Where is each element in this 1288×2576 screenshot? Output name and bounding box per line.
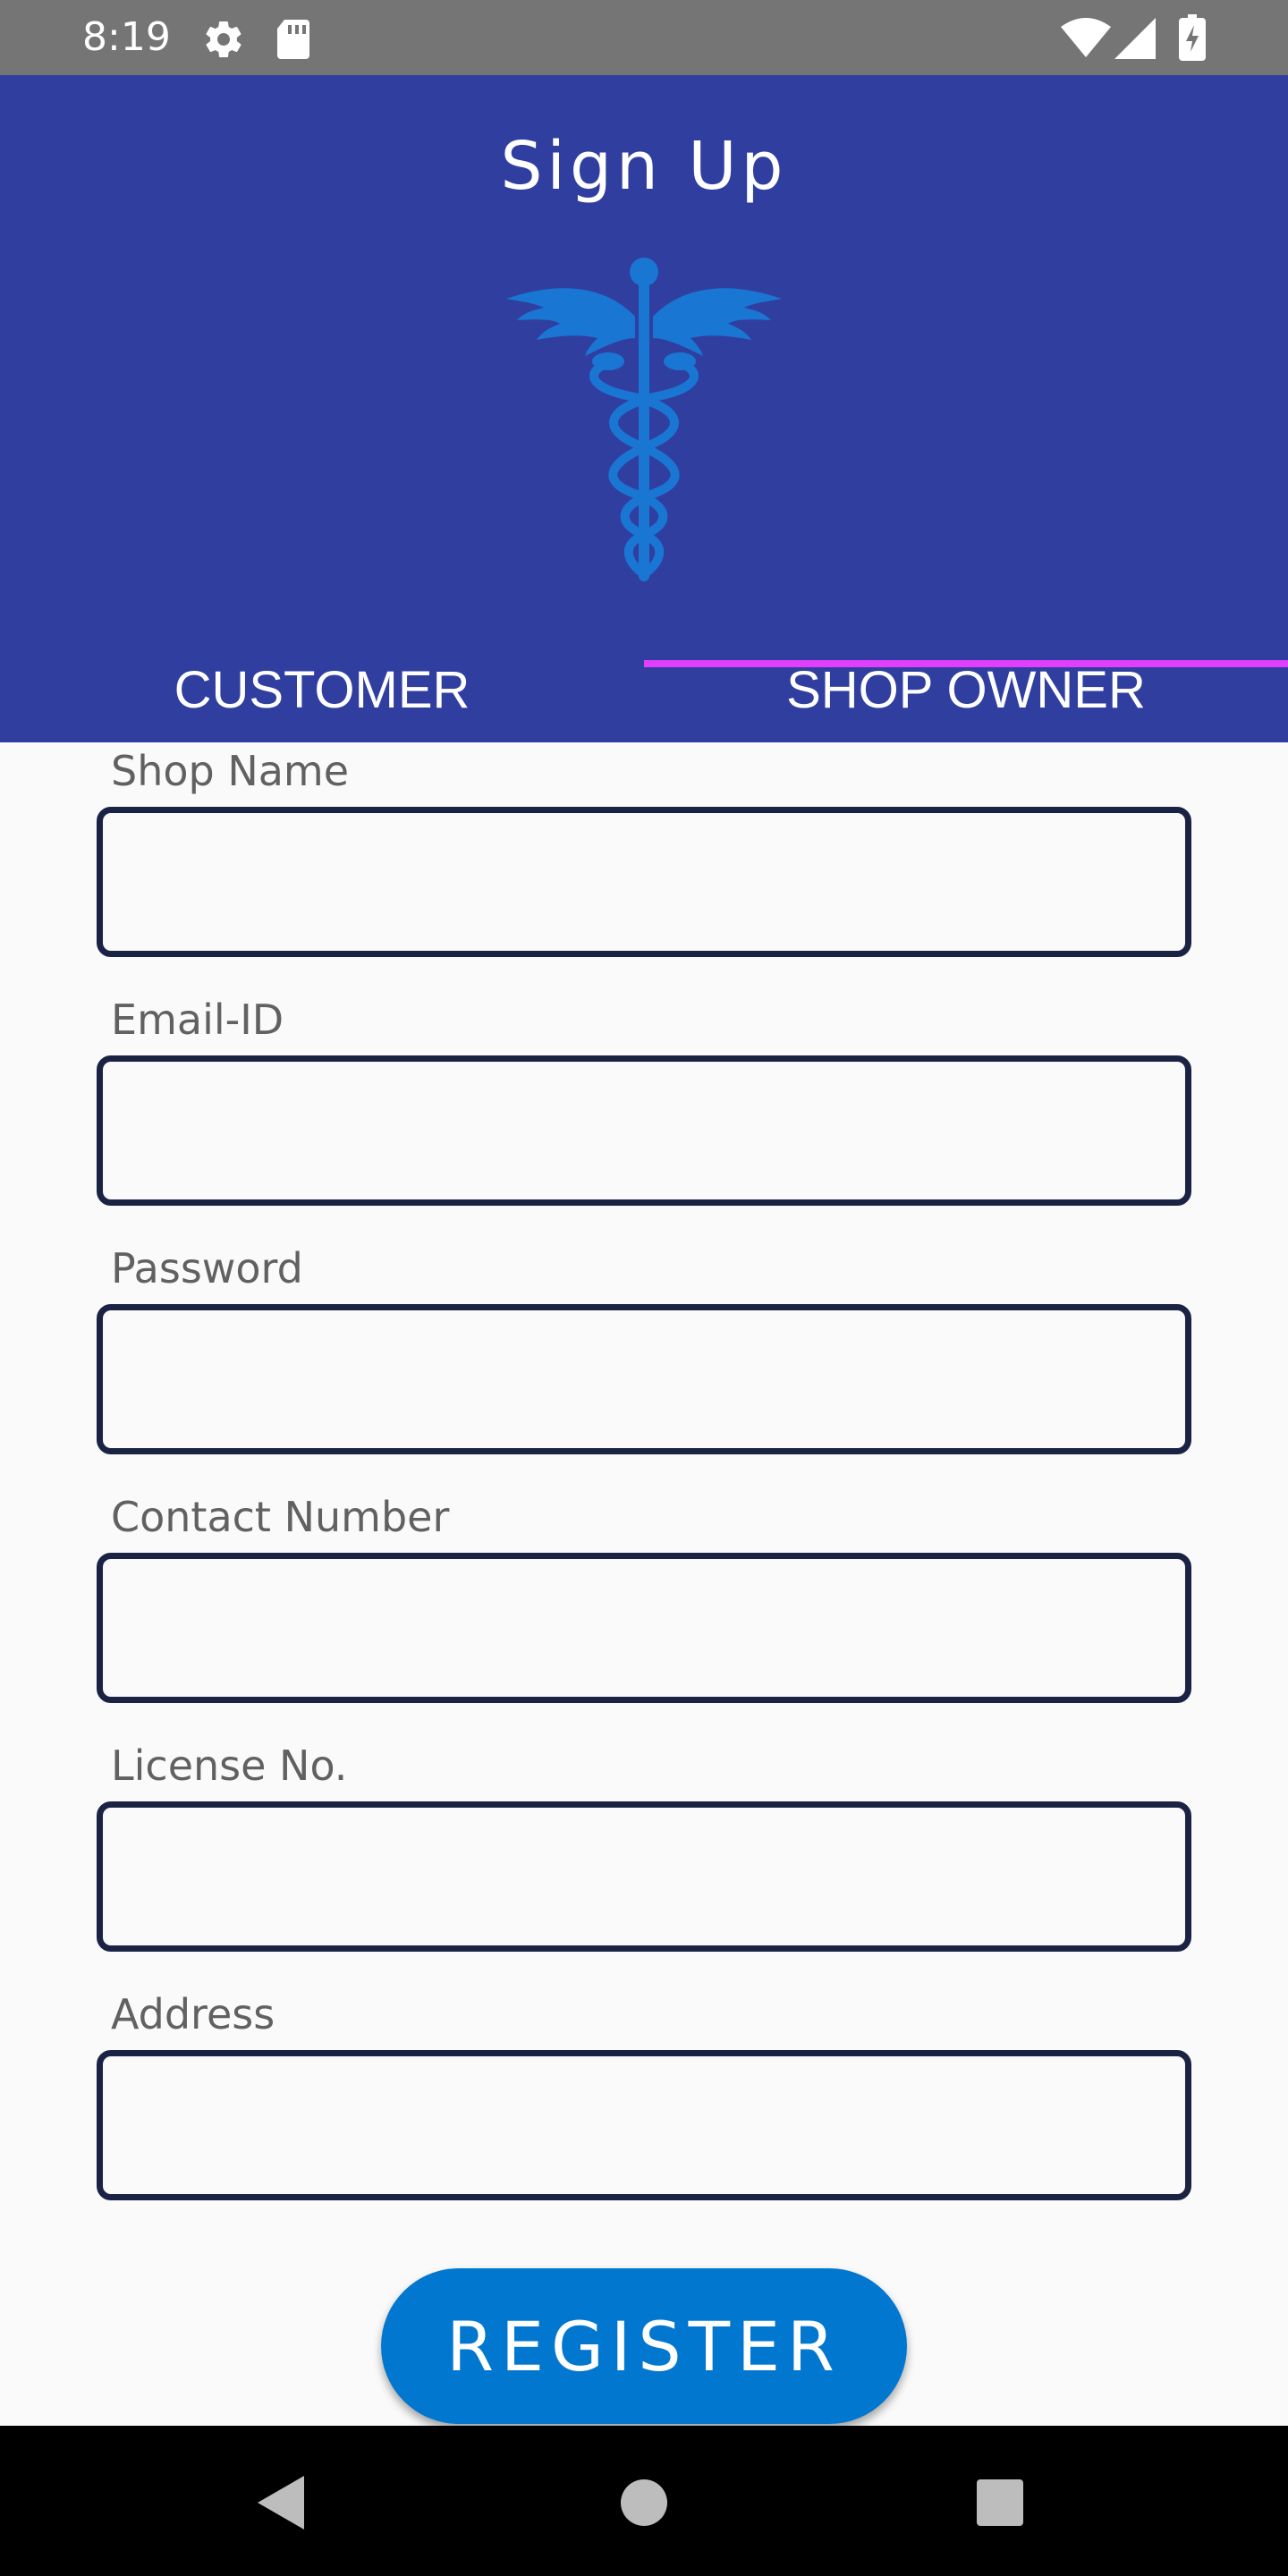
password-label: Password [111,1244,303,1292]
license-number-label: License No. [111,1741,348,1790]
email-label: Email-ID [111,996,284,1044]
email-input[interactable] [97,1055,1191,1206]
register-button[interactable]: REGISTER [381,2268,907,2424]
shop-name-label: Shop Name [111,747,350,795]
system-nav-bar [0,2426,1288,2576]
contact-number-input[interactable] [97,1553,1191,1703]
tab-selected-indicator [644,660,1288,667]
page-title: Sign Up [500,128,788,205]
tab-bar: CUSTOMER SHOP OWNER [0,639,1288,742]
sd-card-icon [277,20,309,59]
recents-icon[interactable] [977,2479,1023,2526]
license-number-input[interactable] [97,1801,1191,1952]
password-input[interactable] [97,1304,1191,1454]
caduceus-icon [506,258,782,581]
status-time: 8:19 [82,14,171,60]
header: Sign Up CUSTOMER SHOP OWNER [0,75,1288,742]
address-input[interactable] [97,2050,1191,2200]
tab-customer[interactable]: CUSTOMER [0,639,644,742]
battery-icon [1179,14,1206,61]
back-icon[interactable] [258,2476,308,2529]
tab-shop-owner[interactable]: SHOP OWNER [644,639,1288,742]
contact-number-label: Contact Number [111,1493,450,1541]
home-icon[interactable] [621,2479,667,2526]
address-label: Address [111,1990,275,2038]
shop-name-input[interactable] [97,807,1191,957]
gear-icon [206,21,242,58]
signal-icon [1114,18,1156,59]
wifi-icon [1061,18,1111,57]
status-bar: 8:19 [0,0,1288,75]
